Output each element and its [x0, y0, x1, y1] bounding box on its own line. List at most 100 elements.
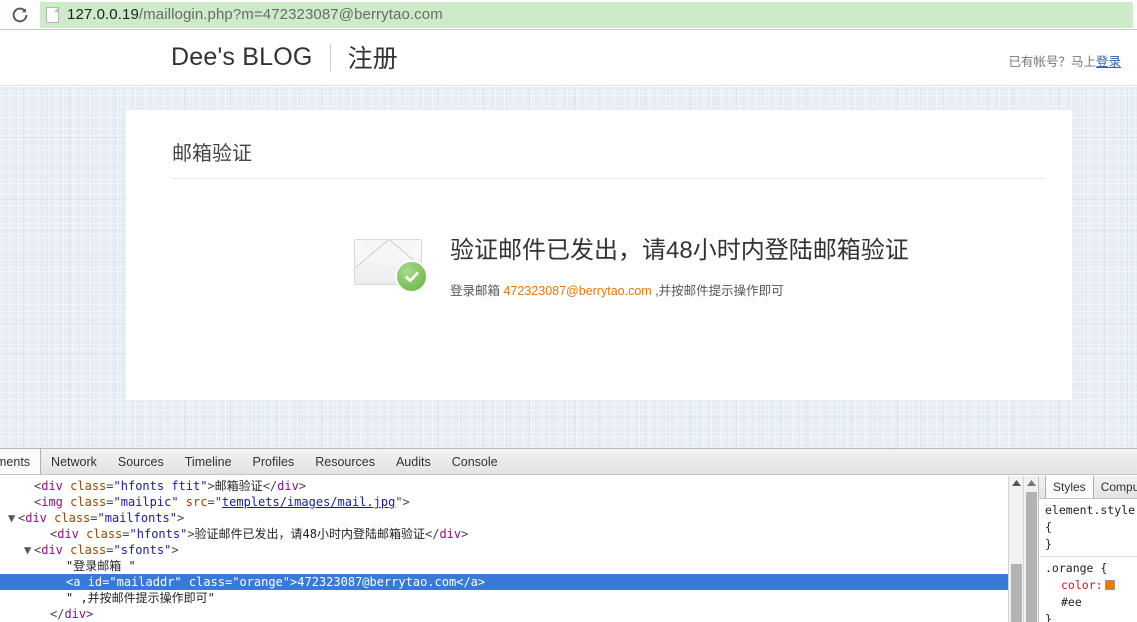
- dom-token-punc: </: [425, 527, 439, 541]
- dom-token-punc: ": [215, 495, 222, 509]
- mail-verified-icon: [354, 239, 428, 293]
- dom-scrollbar-inner[interactable]: [1008, 476, 1023, 622]
- dom-token-tag: div: [41, 543, 63, 557]
- site-brand[interactable]: Dee's BLOG: [171, 43, 313, 72]
- dom-scroll-thumb-outer[interactable]: [1026, 492, 1037, 622]
- dom-token-attr: src: [179, 495, 208, 509]
- dom-token-val: "mailpic": [114, 495, 179, 509]
- color-swatch[interactable]: [1105, 580, 1115, 590]
- devtools-tab-profiles[interactable]: Profiles: [243, 449, 306, 474]
- title-divider: [172, 178, 1045, 179]
- dom-token-punc: </: [50, 607, 64, 621]
- web-page: Dee's BLOG 注册 已有帐号？马上登录 邮箱验证 验证邮件已发出，请48…: [0, 31, 1137, 448]
- browser-toolbar: 127.0.0.19/maillogin.php?m=472323087@ber…: [0, 0, 1137, 30]
- dom-token-attr: class: [47, 511, 90, 525]
- css-rule[interactable]: element.style {}: [1039, 499, 1137, 557]
- dom-token-text: " ,并按邮件提示操作即可": [66, 591, 215, 605]
- url-text: 127.0.0.19/maillogin.php?m=472323087@ber…: [67, 6, 443, 23]
- dom-token-tag: img: [41, 495, 63, 509]
- scroll-up-arrow-icon-2[interactable]: [1024, 476, 1038, 490]
- devtools-tab-console[interactable]: Console: [442, 449, 509, 474]
- css-selector: element.style {: [1045, 502, 1137, 536]
- devtools-tab-ments[interactable]: ments: [0, 449, 41, 474]
- dom-node[interactable]: ▼<div class="sfonts">: [0, 542, 1008, 558]
- dom-token-punc: >: [171, 543, 178, 557]
- devtools-tab-audits[interactable]: Audits: [386, 449, 442, 474]
- devtools-panel: mentsNetworkSourcesTimelineProfilesResou…: [0, 448, 1137, 622]
- dom-node[interactable]: ▼<div class="mailfonts">: [0, 510, 1008, 526]
- reload-icon[interactable]: [6, 1, 34, 29]
- css-rule-close: }: [1045, 611, 1137, 622]
- dom-token-text: "登录邮箱 ": [66, 559, 136, 573]
- page-kind-label: 注册: [348, 39, 398, 75]
- dom-node[interactable]: <div class="hfonts">验证邮件已发出，请48小时内登陆邮箱验证…: [0, 526, 1008, 542]
- login-link[interactable]: 登录: [1096, 55, 1121, 69]
- dom-node[interactable]: <img class="mailpic" src="templets/image…: [0, 494, 1008, 510]
- devtools-tab-network[interactable]: Network: [41, 449, 108, 474]
- dom-token-tag: div: [41, 479, 63, 493]
- styles-tab-compute[interactable]: Compute: [1094, 476, 1137, 498]
- mail-subtext-prefix: 登录邮箱: [450, 284, 503, 298]
- dom-token-punc: </: [456, 575, 470, 589]
- dom-token-punc: =: [106, 495, 113, 509]
- css-value[interactable]: #ee: [1061, 595, 1082, 609]
- dom-scroll-thumb-inner[interactable]: [1011, 564, 1022, 622]
- css-rule[interactable]: .orange {color:#ee}: [1039, 557, 1137, 622]
- dom-token-tag: div: [25, 511, 47, 525]
- content-card: 邮箱验证 验证邮件已发出，请48小时内登陆邮箱验证 登录邮箱 472323087…: [126, 110, 1072, 400]
- dom-token-punc: >: [207, 479, 214, 493]
- dom-token-punc: >: [86, 607, 93, 621]
- brand-wrap: Dee's BLOG 注册: [171, 39, 398, 75]
- dom-token-tag: div: [277, 479, 299, 493]
- dom-node-selected[interactable]: <a id="mailaddr" class="orange">47232308…: [0, 574, 1008, 590]
- check-circle-icon: [395, 260, 428, 293]
- dom-scrollbar-outer[interactable]: [1023, 476, 1038, 622]
- dom-token-punc: >: [177, 511, 184, 525]
- dom-node[interactable]: </div>: [0, 606, 1008, 622]
- styles-tab-styles[interactable]: Styles: [1045, 476, 1094, 498]
- dom-token-tag: div: [64, 607, 86, 621]
- dom-node[interactable]: " ,并按邮件提示操作即可": [0, 590, 1008, 606]
- dom-token-punc: =: [90, 511, 97, 525]
- url-path: /maillogin.php?m=472323087@berrytao.com: [139, 6, 443, 23]
- dom-token-text: 验证邮件已发出，请48小时内登陆邮箱验证: [195, 527, 425, 541]
- dom-token-punc: >: [187, 527, 194, 541]
- page-icon: [46, 7, 59, 23]
- url-host: 127.0.0.19: [67, 6, 139, 23]
- dom-tree-pane[interactable]: <div class="hfonts ftit">邮箱验证</div><img …: [0, 476, 1008, 622]
- dom-token-val: "hfonts": [130, 527, 188, 541]
- dom-token-punc: >: [478, 575, 485, 589]
- address-bar[interactable]: 127.0.0.19/maillogin.php?m=472323087@ber…: [40, 2, 1133, 28]
- page-title: 邮箱验证: [172, 137, 252, 166]
- devtools-tab-sources[interactable]: Sources: [108, 449, 175, 474]
- login-prompt-text: 已有帐号？马上: [1008, 55, 1096, 69]
- devtools-tab-timeline[interactable]: Timeline: [175, 449, 243, 474]
- disclosure-triangle-icon[interactable]: ▼: [24, 542, 34, 558]
- scroll-up-arrow-icon[interactable]: [1009, 476, 1023, 490]
- dom-token-punc: =: [122, 527, 129, 541]
- dom-node[interactable]: "登录邮箱 ": [0, 558, 1008, 574]
- brand-divider: [330, 44, 331, 71]
- devtools-tab-resources[interactable]: Resources: [305, 449, 386, 474]
- dom-token-attr: id: [80, 575, 102, 589]
- dom-token-punc: =: [207, 495, 214, 509]
- mail-subtext: 登录邮箱 472323087@berrytao.com ,并按邮件提示操作即可: [450, 280, 909, 299]
- css-declaration[interactable]: color:#ee: [1045, 577, 1137, 611]
- dom-token-tag: a: [471, 575, 478, 589]
- dom-token-val: "orange": [232, 575, 290, 589]
- mail-headline: 验证邮件已发出，请48小时内登陆邮箱验证: [450, 236, 909, 266]
- dom-token-attr: class: [63, 543, 106, 557]
- dom-token-val: "mailaddr": [109, 575, 181, 589]
- css-selector: .orange {: [1045, 560, 1137, 577]
- dom-token-text: 472323087@berrytao.com: [297, 575, 456, 589]
- dom-token-link[interactable]: templets/images/mail.jpg: [222, 495, 395, 509]
- mail-address-link[interactable]: 472323087@berrytao.com: [503, 284, 651, 298]
- dom-token-tag: div: [57, 527, 79, 541]
- devtools-tabbar: mentsNetworkSourcesTimelineProfilesResou…: [0, 449, 1137, 475]
- disclosure-triangle-icon[interactable]: ▼: [8, 510, 18, 526]
- dom-token-punc: =: [106, 543, 113, 557]
- dom-token-punc: >: [461, 527, 468, 541]
- mail-subtext-suffix: ,并按邮件提示操作即可: [652, 284, 784, 298]
- dom-node[interactable]: <div class="hfonts ftit">邮箱验证</div>: [0, 478, 1008, 494]
- login-prompt: 已有帐号？马上登录: [1008, 51, 1121, 70]
